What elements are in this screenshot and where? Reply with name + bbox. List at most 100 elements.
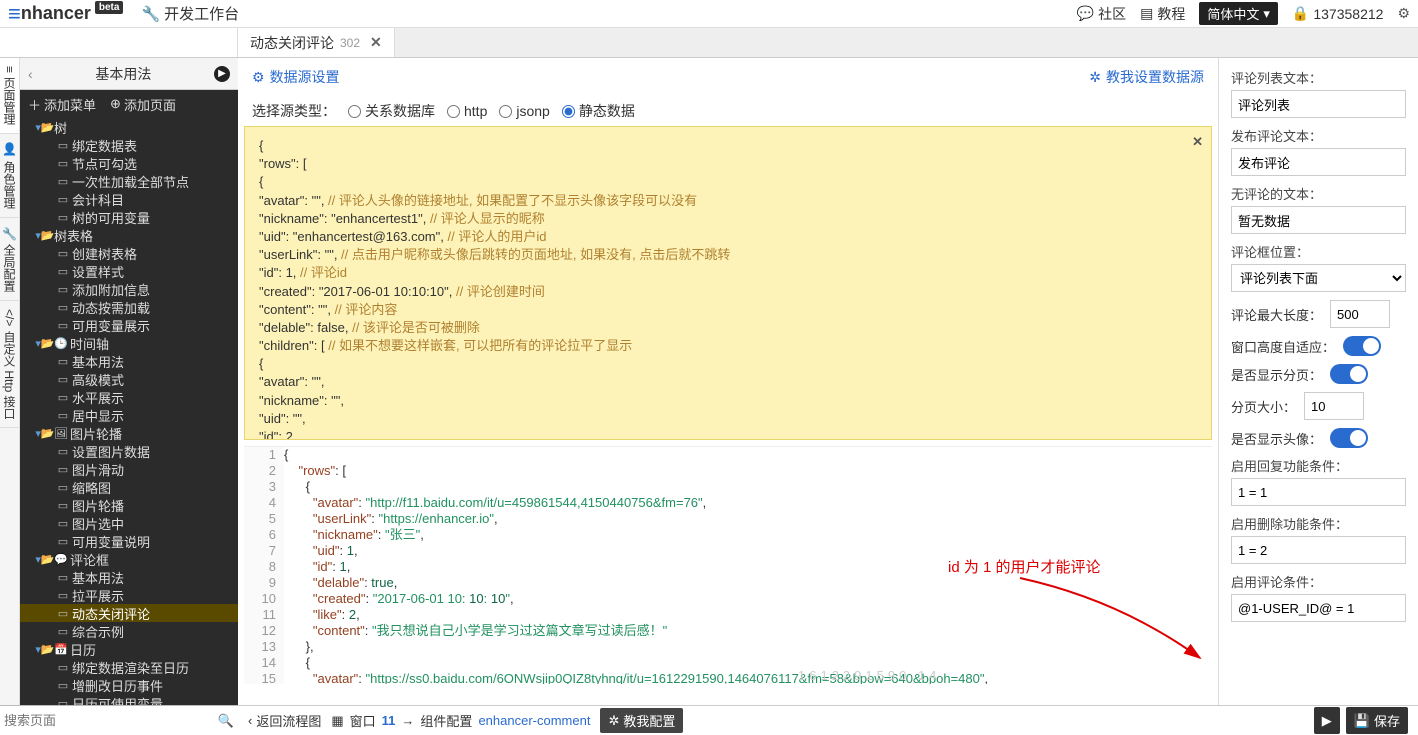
delete-cond-input[interactable] [1231, 536, 1406, 564]
tree-label: 节点可勾选 [72, 154, 137, 173]
tree-file[interactable]: ▭综合示例 [20, 622, 238, 640]
tree-file[interactable]: ▭会计科目 [20, 190, 238, 208]
tree-folder[interactable]: ▾📂🕒时间轴 [20, 334, 238, 352]
lock-icon: 🔒 [1292, 5, 1309, 22]
workbench-label: 开发工作台 [164, 3, 239, 24]
page-tab[interactable]: 动态关闭评论 302 ✕ [238, 28, 395, 57]
image-icon: 🖼 [54, 427, 68, 440]
lefttab-page-manage[interactable]: ≡页面管理 [0, 58, 19, 134]
tree-file[interactable]: ▭缩略图 [20, 478, 238, 496]
component-name-link[interactable]: enhancer-comment [478, 713, 590, 728]
tree-file[interactable]: ▭图片轮播 [20, 496, 238, 514]
tree-folder[interactable]: ▾📂🖼图片轮播 [20, 424, 238, 442]
tree-folder[interactable]: ▾📂📅日历 [20, 640, 238, 658]
teach-data-source-link[interactable]: ✲教我设置数据源 [1089, 67, 1204, 87]
tree-file[interactable]: ▭创建树表格 [20, 244, 238, 262]
lefttab-http-api[interactable]: </>自定义 Http 接口 [0, 301, 19, 428]
tree-file[interactable]: ▭绑定数据渲染至日历 [20, 658, 238, 676]
tree-file[interactable]: ▭绑定数据表 [20, 136, 238, 154]
tree-file[interactable]: ▭设置图片数据 [20, 442, 238, 460]
file-icon: ▭ [56, 139, 70, 152]
tab-count: 302 [340, 36, 360, 50]
tree-file[interactable]: ▭居中显示 [20, 406, 238, 424]
show-avatar-toggle[interactable] [1330, 428, 1368, 448]
save-button[interactable]: 💾保存 [1346, 707, 1408, 734]
chevron-left-icon[interactable]: ‹ [28, 66, 33, 82]
workbench-link[interactable]: 🔧 开发工作台 [141, 3, 239, 24]
tree-file[interactable]: ▭节点可勾选 [20, 154, 238, 172]
plus-circle-icon: ⊕ [110, 96, 121, 112]
teach-config-button[interactable]: ✲教我配置 [600, 708, 683, 733]
close-hint-icon[interactable]: ✕ [1192, 133, 1203, 151]
wrench-icon: 🔧 [141, 5, 160, 23]
lefttab-global-config[interactable]: 🔧全局配置 [0, 218, 19, 302]
code-icon: </> [3, 309, 17, 326]
beta-badge: beta [95, 1, 124, 14]
tree-file[interactable]: ▭可用变量展示 [20, 316, 238, 334]
radio-jsonp[interactable]: jsonp [499, 103, 549, 119]
tree-file[interactable]: ▭树的可用变量 [20, 208, 238, 226]
tree-file[interactable]: ▭添加附加信息 [20, 280, 238, 298]
radio-db[interactable]: 关系数据库 [348, 101, 435, 121]
tree-file[interactable]: ▭一次性加载全部节点 [20, 172, 238, 190]
publish-text-input[interactable] [1231, 148, 1406, 176]
back-to-flow-button[interactable]: ‹返回流程图 [248, 711, 321, 730]
user-id[interactable]: 🔒137358212 [1292, 5, 1384, 22]
tree-file[interactable]: ▭高级模式 [20, 370, 238, 388]
radio-http[interactable]: http [447, 103, 487, 119]
radio-static[interactable]: 静态数据 [562, 101, 635, 121]
no-comment-input[interactable] [1231, 206, 1406, 234]
lefttab-role-manage[interactable]: 👤角色管理 [0, 134, 19, 218]
add-menu-button[interactable]: ＋添加菜单 [28, 95, 96, 114]
tree-file[interactable]: ▭基本用法 [20, 568, 238, 586]
tree-file[interactable]: ▭设置样式 [20, 262, 238, 280]
max-length-input[interactable] [1330, 300, 1390, 328]
comment-icon: 💬 [54, 553, 68, 566]
tree-file[interactable]: ▭增删改日历事件 [20, 676, 238, 694]
file-icon: ▭ [56, 499, 70, 512]
tree-label: 树的可用变量 [72, 208, 150, 227]
tree-file[interactable]: ▭基本用法 [20, 352, 238, 370]
add-page-button[interactable]: ⊕添加页面 [110, 95, 176, 114]
tree-file[interactable]: ▭可用变量说明 [20, 532, 238, 550]
tree-folder[interactable]: ▾📂树 [20, 118, 238, 136]
tree-folder[interactable]: ▾📂树表格 [20, 226, 238, 244]
tree-file[interactable]: ▭图片滑动 [20, 460, 238, 478]
tree-file[interactable]: ▭动态关闭评论 [20, 604, 238, 622]
box-position-select[interactable]: 评论列表下面 [1231, 264, 1406, 292]
tree-label: 日历可使用变量 [72, 694, 163, 706]
tree-file[interactable]: ▭拉平展示 [20, 586, 238, 604]
show-paging-toggle[interactable] [1330, 364, 1368, 384]
data-source-setting-link[interactable]: ⚙数据源设置 [252, 67, 340, 87]
tree-label: 绑定数据渲染至日历 [72, 658, 189, 677]
logo: ≡nhancer beta [8, 1, 123, 27]
file-icon: ▭ [56, 607, 70, 620]
file-icon: ▭ [56, 517, 70, 530]
page-tree[interactable]: ▾📂树▭绑定数据表▭节点可勾选▭一次性加载全部节点▭会计科目▭树的可用变量▾📂树… [20, 118, 238, 705]
tree-file[interactable]: ▭动态按需加载 [20, 298, 238, 316]
search-input[interactable] [4, 713, 218, 728]
tab-close-icon[interactable]: ✕ [370, 34, 382, 51]
tutorial-link[interactable]: ▤教程 [1140, 4, 1185, 24]
settings-icon[interactable]: ⚙ [1397, 5, 1410, 22]
file-icon: ▭ [56, 283, 70, 296]
caret-down-icon: ▾ [1263, 6, 1270, 22]
tree-file[interactable]: ▭日历可使用变量 [20, 694, 238, 705]
tree-folder[interactable]: ▾📂💬评论框 [20, 550, 238, 568]
play-icon[interactable]: ▶ [214, 66, 230, 82]
search-pages[interactable]: 🔍 [0, 705, 238, 735]
community-link[interactable]: 💬社区 [1077, 4, 1126, 24]
page-size-input[interactable] [1304, 392, 1364, 420]
comment-cond-input[interactable] [1231, 594, 1406, 622]
tree-label: 基本用法 [72, 352, 124, 371]
auto-height-toggle[interactable] [1343, 336, 1381, 356]
language-select[interactable]: 简体中文▾ [1199, 2, 1278, 25]
tree-label: 图片轮播 [72, 496, 124, 515]
folder-open-icon: ▾📂 [38, 643, 52, 656]
tree-file[interactable]: ▭水平展示 [20, 388, 238, 406]
run-button[interactable]: ▶ [1314, 707, 1340, 734]
reply-cond-input[interactable] [1231, 478, 1406, 506]
tree-file[interactable]: ▭图片选中 [20, 514, 238, 532]
comment-list-text-input[interactable] [1231, 90, 1406, 118]
tree-label: 会计科目 [72, 190, 124, 209]
